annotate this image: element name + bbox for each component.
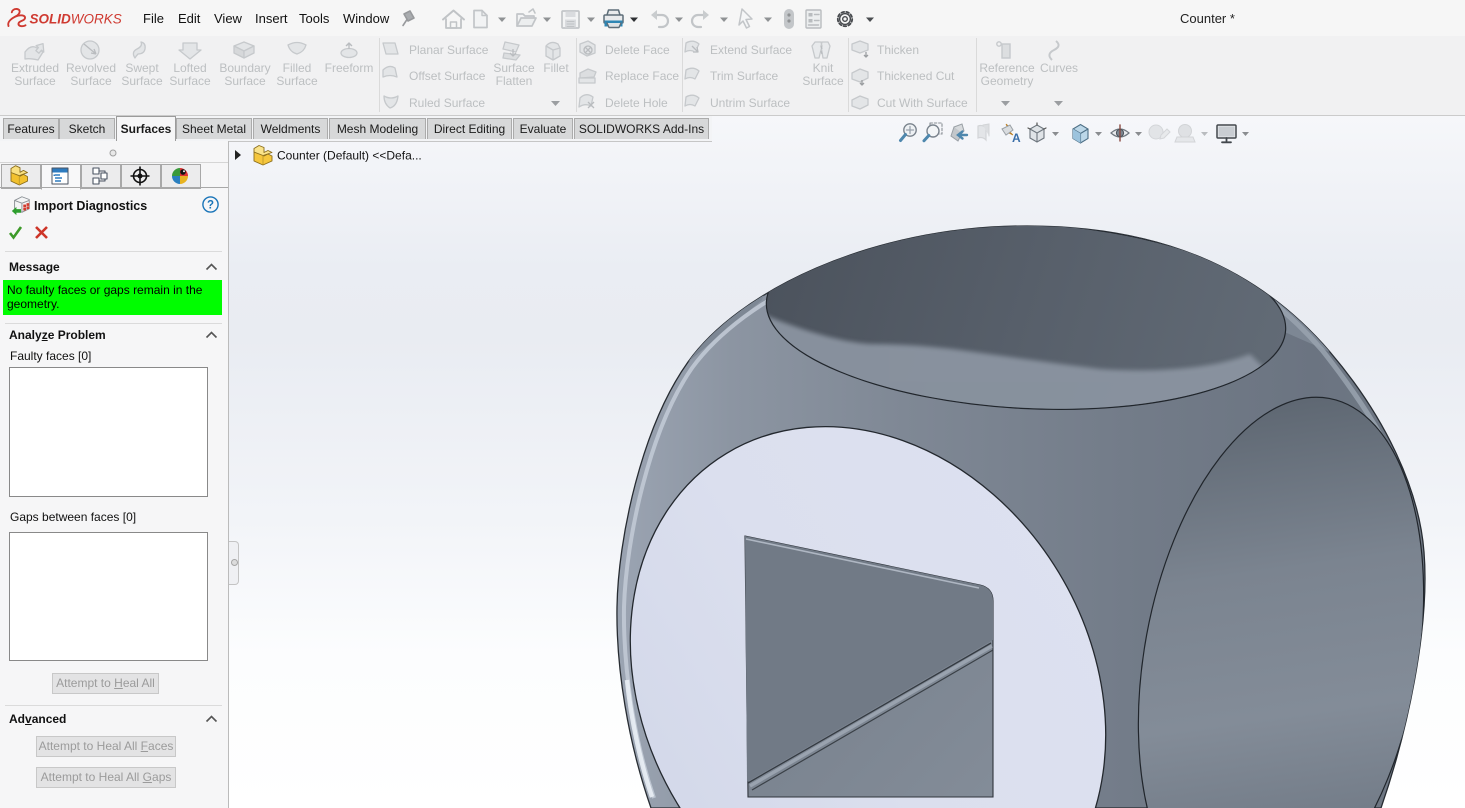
svg-text:?: ? bbox=[207, 200, 214, 212]
svg-text:SOLIDWORKS: SOLIDWORKS bbox=[30, 12, 122, 27]
svg-text:A: A bbox=[1012, 131, 1021, 145]
svg-text:Counter (Default) <<Defa...: Counter (Default) <<Defa... bbox=[277, 149, 422, 163]
